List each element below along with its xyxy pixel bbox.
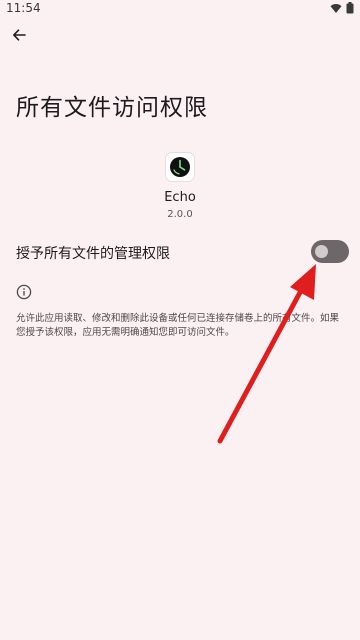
arrow-back-icon [13, 29, 26, 41]
status-icons [330, 2, 354, 14]
permission-row[interactable]: 授予所有文件的管理权限 [0, 234, 360, 270]
echo-app-icon [170, 157, 190, 177]
page-title: 所有文件访问权限 [16, 95, 208, 121]
toggle-thumb [315, 245, 328, 258]
info-icon [16, 284, 32, 300]
battery-icon [346, 2, 354, 14]
status-bar: 11:54 [0, 0, 360, 18]
permission-toggle[interactable] [311, 240, 349, 263]
app-name: Echo [164, 190, 196, 205]
permission-description: 允许此应用读取、修改和删除此设备或任何已连接存储卷上的所有文件。如果您授予该权限… [16, 313, 340, 338]
permission-label: 授予所有文件的管理权限 [16, 246, 170, 262]
wifi-icon [330, 3, 342, 13]
status-time: 11:54 [6, 1, 41, 15]
app-icon [166, 153, 194, 181]
app-version: 2.0.0 [167, 209, 193, 220]
back-button[interactable] [4, 20, 34, 50]
